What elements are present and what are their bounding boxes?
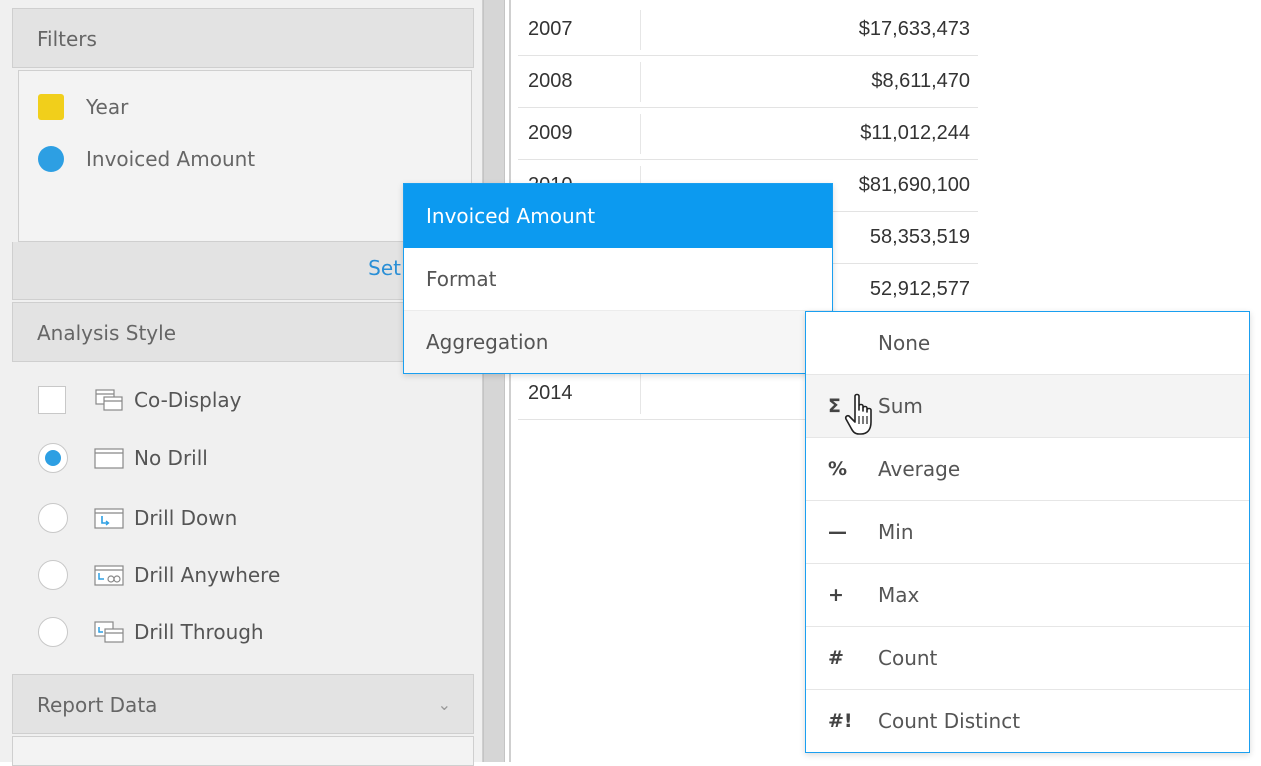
year-cell: 2009 [528, 122, 573, 144]
report-data-title: Report Data [37, 693, 158, 717]
analysis-style-title: Analysis Style [37, 321, 176, 345]
plus-icon: + [828, 584, 844, 606]
cell-divider [640, 114, 641, 154]
drill-through-radio[interactable] [38, 617, 68, 647]
aggregation-label: Count Distinct [878, 709, 1021, 733]
drill-through-icon [94, 621, 124, 643]
settings-link[interactable]: Set [368, 256, 401, 280]
filter-label: Invoiced Amount [86, 147, 256, 171]
chevron-down-icon[interactable]: ⌄ [438, 675, 451, 735]
aggregation-label: Count [878, 646, 938, 670]
divider-line [509, 0, 511, 762]
aggregation-label: Sum [878, 394, 923, 418]
aggregation-count-distinct[interactable]: #! Count Distinct [806, 690, 1249, 752]
percent-icon: % [828, 458, 848, 480]
context-menu-title: Invoiced Amount [404, 184, 832, 248]
table-row: 2008 $8,611,470 [518, 56, 978, 108]
aggregation-label: Max [878, 583, 920, 607]
aggregation-label: None [878, 331, 931, 355]
year-cell: 2014 [528, 382, 573, 404]
filters-header[interactable]: Filters [12, 8, 474, 68]
radio-selected-dot [45, 450, 61, 466]
filter-item-invoiced-amount[interactable]: Invoiced Amount [38, 144, 255, 174]
amount-cell: $17,633,473 [858, 18, 970, 40]
hand-pointer-cursor-icon [844, 393, 872, 435]
cell-divider [640, 374, 641, 414]
style-option-co-display[interactable]: Co-Display [38, 382, 242, 418]
amount-cell: $8,611,470 [871, 70, 970, 92]
field-context-menu: Invoiced Amount Format Aggregation [403, 183, 833, 374]
year-swatch-icon [38, 94, 64, 120]
aggregation-count[interactable]: # Count [806, 627, 1249, 690]
co-display-checkbox[interactable] [38, 386, 66, 414]
table-row: 2007 $17,633,473 [518, 4, 978, 56]
menu-item-aggregation[interactable]: Aggregation [404, 311, 832, 373]
amount-cell: $81,690,100 [858, 174, 970, 196]
aggregation-none[interactable]: None [806, 312, 1249, 375]
cell-divider [640, 10, 641, 50]
cell-divider [640, 62, 641, 102]
hash-exclamation-icon: #! [828, 710, 853, 732]
drill-down-radio[interactable] [38, 503, 68, 533]
style-option-drill-down[interactable]: Drill Down [38, 500, 237, 536]
style-option-label: No Drill [134, 446, 208, 470]
filter-label: Year [86, 95, 129, 119]
style-option-label: Drill Down [134, 506, 238, 530]
no-drill-radio[interactable] [38, 443, 68, 473]
style-option-drill-through[interactable]: Drill Through [38, 614, 264, 650]
aggregation-average[interactable]: % Average [806, 438, 1249, 501]
aggregation-label: Average [878, 457, 961, 481]
style-option-no-drill[interactable]: No Drill [38, 440, 208, 476]
drill-down-icon [94, 508, 124, 529]
year-cell: 2007 [528, 18, 573, 40]
filters-title: Filters [37, 27, 97, 51]
aggregation-max[interactable]: + Max [806, 564, 1249, 627]
left-panel: Filters Year Invoiced Amount Set Analysi… [0, 0, 483, 766]
invoiced-amount-swatch-icon [38, 146, 64, 172]
style-option-drill-anywhere[interactable]: Drill Anywhere [38, 557, 280, 593]
drill-anywhere-radio[interactable] [38, 560, 68, 590]
amount-cell: 58,353,519 [869, 226, 970, 248]
co-display-icon [95, 389, 123, 411]
aggregation-submenu: None Σ Sum % Average — Min + Max # Count… [805, 311, 1250, 753]
style-option-label: Drill Through [134, 620, 264, 644]
no-drill-icon [94, 448, 124, 469]
filter-item-year[interactable]: Year [38, 92, 128, 122]
menu-item-format[interactable]: Format [404, 248, 832, 311]
amount-cell: $11,012,244 [860, 122, 970, 144]
hash-icon: # [828, 647, 844, 669]
amount-cell: 52,912,577 [869, 278, 970, 300]
panel-splitter[interactable] [483, 0, 505, 762]
minus-icon: — [828, 521, 847, 543]
report-data-header[interactable]: Report Data ⌄ [12, 674, 474, 734]
aggregation-label: Min [878, 520, 914, 544]
year-cell: 2008 [528, 70, 573, 92]
drill-anywhere-icon [94, 565, 124, 586]
aggregation-min[interactable]: — Min [806, 501, 1249, 564]
style-option-label: Co-Display [134, 388, 242, 412]
style-option-label: Drill Anywhere [134, 563, 281, 587]
table-row: 2009 $11,012,244 [518, 108, 978, 160]
